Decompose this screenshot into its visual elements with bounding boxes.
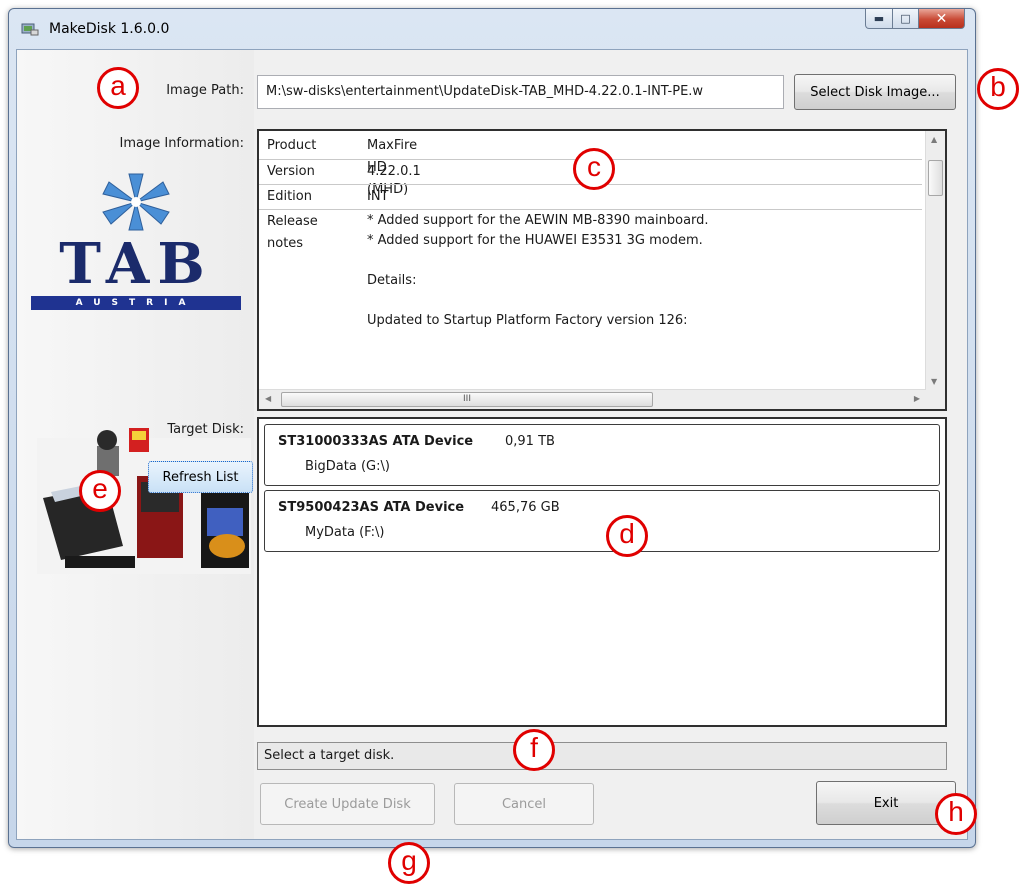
maximize-button[interactable]: □ xyxy=(893,9,919,29)
window-controls: ▬ □ ✕ xyxy=(865,9,965,29)
disk-size: 465,76 GB xyxy=(491,500,560,515)
tab-logo-star-icon xyxy=(102,173,170,231)
left-panel: Image Path: Image Information: TAB AUSTR… xyxy=(17,50,254,839)
close-icon: ✕ xyxy=(935,10,948,27)
gaming-machines-image xyxy=(37,428,251,574)
tab-logo-band: AUSTRIA xyxy=(31,296,241,310)
client-area: Image Path: Image Information: TAB AUSTR… xyxy=(16,49,968,840)
maximize-icon: □ xyxy=(900,12,911,25)
target-disk-list[interactable]: ST31000333AS ATA Device 0,91 TB BigData … xyxy=(257,417,947,727)
disk-item[interactable]: ST9500423AS ATA Device 465,76 GB MyData … xyxy=(264,490,940,552)
release-note-line: * Added support for the HUAWEI E3531 3G … xyxy=(367,233,703,248)
image-information-label: Image Information: xyxy=(119,136,244,151)
scroll-corner xyxy=(926,390,945,409)
annotation-d: d xyxy=(606,515,648,557)
app-icon xyxy=(21,23,39,36)
annotation-e: e xyxy=(79,470,121,512)
scroll-left-arrow-icon[interactable]: ◀ xyxy=(265,394,271,403)
create-update-disk-button[interactable]: Create Update Disk xyxy=(260,783,435,825)
disk-size: 0,91 TB xyxy=(505,434,555,449)
makedisk-window: MakeDisk 1.6.0.0 ▬ □ ✕ Image Path: Image… xyxy=(8,8,976,848)
window-title: MakeDisk 1.6.0.0 xyxy=(49,21,170,37)
info-key: Edition xyxy=(267,189,312,204)
minimize-button[interactable]: ▬ xyxy=(865,9,893,29)
info-value: 4.22.0.1 xyxy=(367,164,421,179)
scroll-up-arrow-icon[interactable]: ▲ xyxy=(931,135,937,144)
release-notes-text: * Added support for the AEWIN MB-8390 ma… xyxy=(367,211,709,331)
tab-logo-text: TAB xyxy=(59,231,213,297)
row-divider xyxy=(259,209,922,210)
info-key: Product xyxy=(267,138,317,153)
info-value: INT xyxy=(367,189,389,204)
image-path-label: Image Path: xyxy=(166,83,244,98)
disk-item[interactable]: ST31000333AS ATA Device 0,91 TB BigData … xyxy=(264,424,940,486)
info-key: Release notes xyxy=(267,214,318,251)
disk-volume: BigData (G:\) xyxy=(305,459,390,474)
release-note-line: Details: xyxy=(367,273,417,288)
annotation-h: h xyxy=(935,793,977,835)
disk-name: ST31000333AS ATA Device xyxy=(278,434,474,449)
close-button[interactable]: ✕ xyxy=(919,9,965,29)
annotation-a: a xyxy=(97,67,139,109)
annotation-g: g xyxy=(388,842,430,884)
vertical-scroll-thumb[interactable] xyxy=(928,160,943,196)
vertical-scrollbar[interactable]: ▲ ▼ xyxy=(925,131,945,390)
annotation-f: f xyxy=(513,729,555,771)
disk-name: ST9500423AS ATA Device xyxy=(278,500,465,515)
target-disk-label: Target Disk: xyxy=(167,422,244,437)
minimize-icon: ▬ xyxy=(873,12,885,25)
disk-volume: MyData (F:\) xyxy=(305,525,385,540)
select-disk-image-button[interactable]: Select Disk Image... xyxy=(794,74,956,110)
refresh-list-button[interactable]: Refresh List xyxy=(148,461,253,493)
annotation-c: c xyxy=(573,148,615,190)
title-bar: MakeDisk 1.6.0.0 ▬ □ ✕ xyxy=(9,9,975,49)
scroll-down-arrow-icon[interactable]: ▼ xyxy=(931,377,937,386)
cancel-button[interactable]: Cancel xyxy=(454,783,594,825)
release-note-line xyxy=(367,251,709,271)
release-note-line: * Added support for the AEWIN MB-8390 ma… xyxy=(367,213,709,228)
horizontal-scrollbar[interactable]: ◀ III ▶ xyxy=(259,389,926,409)
horizontal-scroll-thumb[interactable]: III xyxy=(281,392,653,407)
release-note-line xyxy=(367,291,709,311)
status-bar: Select a target disk. xyxy=(257,742,947,770)
tab-austria-logo: TAB AUSTRIA xyxy=(31,172,241,310)
info-key: Version xyxy=(267,164,315,179)
scroll-right-arrow-icon[interactable]: ▶ xyxy=(914,394,920,403)
image-path-field[interactable]: M:\sw-disks\entertainment\UpdateDisk-TAB… xyxy=(257,75,784,109)
release-note-line: Updated to Startup Platform Factory vers… xyxy=(367,313,688,328)
annotation-b: b xyxy=(977,68,1019,110)
